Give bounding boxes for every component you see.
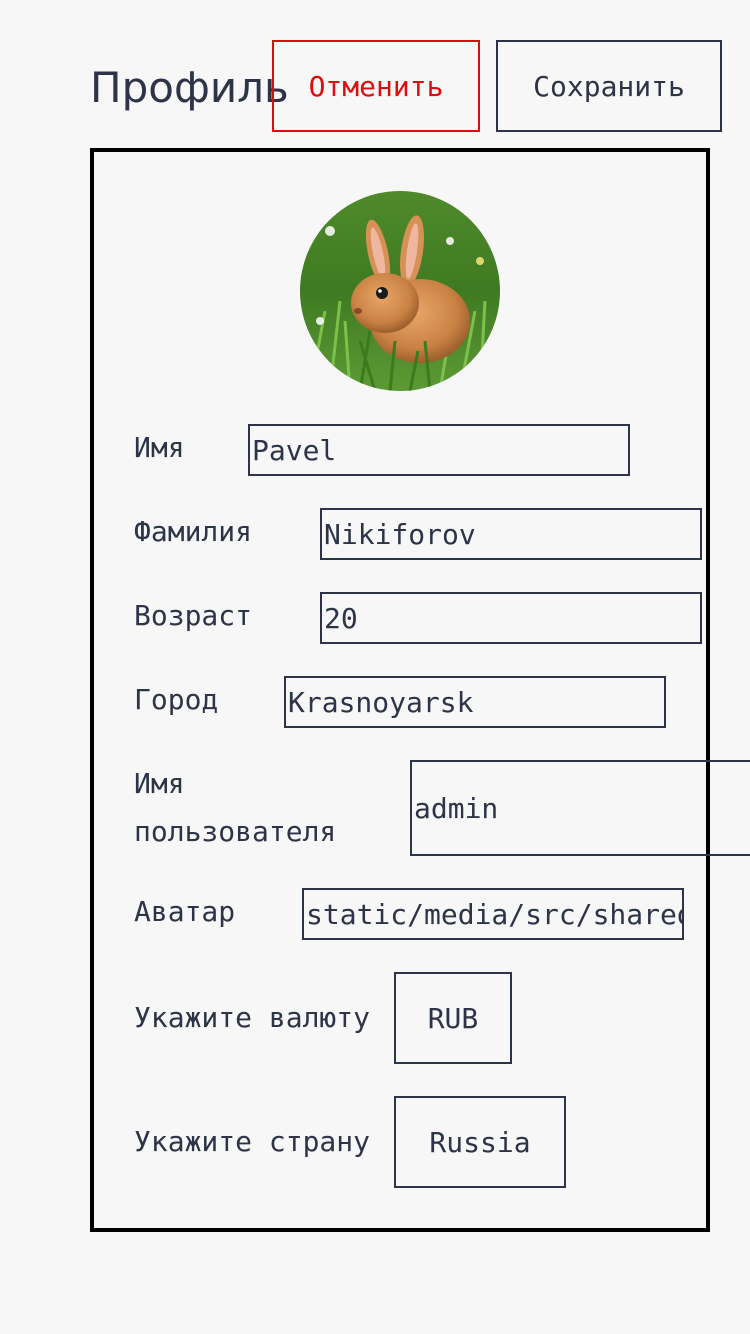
country-label: Укажите страну [134,1125,371,1158]
age-input[interactable] [320,592,702,644]
username-label-line1: Имя [134,767,185,800]
last-name-input[interactable] [320,508,702,560]
rabbit-avatar-image [300,191,500,391]
username-label-line2: пользователя [134,815,337,848]
city-input[interactable] [284,676,666,728]
country-select[interactable]: Russia [394,1096,566,1188]
last-name-label: Фамилия [134,515,253,548]
page-title: Профиль [90,63,289,112]
first-name-label: Имя [134,431,185,464]
currency-select[interactable]: RUB [394,972,512,1064]
first-name-input[interactable] [248,424,630,476]
avatar [300,191,500,391]
age-label: Возраст [134,599,253,632]
save-button[interactable]: Сохранить [496,40,722,132]
avatar-url-input[interactable] [302,888,684,940]
username-input[interactable] [410,760,750,856]
cancel-button[interactable]: Отменить [272,40,480,132]
currency-label: Укажите валюту [134,1001,371,1034]
avatar-label: Аватар [134,895,236,928]
city-label: Город [134,683,219,716]
